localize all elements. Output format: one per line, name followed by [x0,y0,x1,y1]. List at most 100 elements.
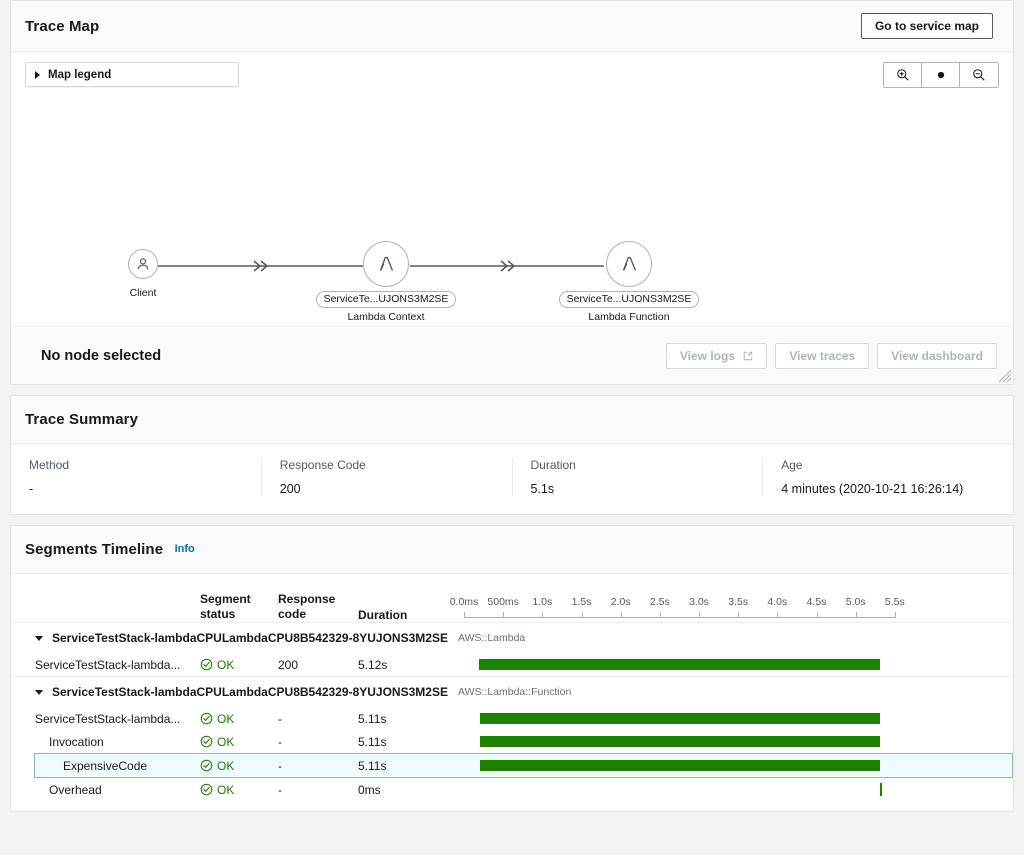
column-header-segment-status: Segment status [200,592,278,622]
segment-group-row[interactable]: ServiceTestStack-lambdaCPULambdaCPU8B542… [11,676,1013,707]
summary-value-age: 4 minutes (2020-10-21 16:26:14) [781,482,964,496]
trace-summary-title: Trace Summary [25,411,139,428]
segment-group-resource-type: AWS::Lambda::Function [457,686,572,698]
column-header-segment-status-line2: status [200,607,236,621]
chevron-right-icon [35,70,40,79]
segment-name: Invocation [49,734,104,749]
axis-tick-label: 2.0s [610,596,631,608]
lambda-context-node-circle [363,241,409,287]
selected-node-status: No node selected [41,347,162,364]
view-dashboard-button[interactable]: View dashboard [877,342,997,369]
page-title: Trace Map [25,17,100,35]
segment-name: ServiceTestStack-lambda... [35,657,181,672]
lambda-icon [379,256,394,271]
segment-status: OK [200,759,278,773]
chevron-down-icon[interactable] [35,689,43,695]
segment-duration: 5.11s [358,711,387,726]
trace-node-lambda-context[interactable]: ServiceTe...UJONS3M2SE Lambda Context [301,241,471,323]
trace-map-header: Trace Map Go to service map [11,1,1013,52]
segment-response-code: - [278,758,282,773]
axis-tick-label: 4.5s [806,596,827,608]
segments-timeline-body: Segment status Response code Duration 0.… [11,574,1013,811]
axis-tick-label: 500ms [487,596,519,608]
segments-timeline-panel: Segments Timeline Info Segment status Re… [10,525,1014,812]
segment-name: Overhead [49,782,102,797]
lambda-context-resource-id: ServiceTe...UJONS3M2SE [315,291,457,308]
view-logs-button[interactable]: View logs [665,342,768,369]
segment-duration: 0ms [358,782,381,797]
view-traces-button[interactable]: View traces [775,342,870,369]
go-to-service-map-button[interactable]: Go to service map [860,13,993,39]
segment-bar-track [450,754,1012,777]
summary-label-age: Age [781,458,803,472]
segment-name: ServiceTestStack-lambda... [35,711,181,726]
axis-tick-label: 5.0s [845,596,866,608]
summary-value-duration: 5.1s [530,482,555,496]
segment-response-code: 200 [278,657,299,672]
segment-duration-bar [478,659,880,670]
segment-bar-track [450,707,1013,730]
timeline-rows: ServiceTestStack-lambdaCPULambdaCPU8B542… [11,622,1013,801]
segment-duration: 5.12s [358,657,388,672]
segment-row[interactable]: ServiceTestStack-lambda... OK 200 5.12s [35,653,1013,676]
status-ok-icon [200,658,213,671]
map-zoom-controls [883,62,999,88]
column-header-response-code-line1: Response [278,592,336,606]
segment-row[interactable]: ExpensiveCode OK - 5.11s [34,753,1013,778]
axis-tick-label: 1.0s [532,596,553,608]
chevron-down-icon[interactable] [35,635,43,641]
column-header-response-code-line2: code [278,607,307,621]
segment-status-label: OK [217,711,235,726]
view-logs-label: View logs [679,348,736,363]
segment-response-code: - [278,711,282,726]
segment-status: OK [200,658,278,672]
lambda-function-node-label: Lambda Function [588,311,670,323]
segment-row[interactable]: ServiceTestStack-lambda... OK - 5.11s [35,707,1013,730]
segment-duration-bar [879,783,882,796]
timeline-column-headers: Segment status Response code Duration 0.… [11,574,1013,622]
axis-tick-label: 3.0s [689,596,709,608]
segment-row[interactable]: Invocation OK - 5.11s [35,730,1013,753]
zoom-reset-dot-icon[interactable] [922,63,960,87]
segment-group-row[interactable]: ServiceTestStack-lambdaCPULambdaCPU8B542… [11,622,1013,653]
person-icon [137,258,149,270]
map-legend-toggle[interactable]: Map legend [25,62,239,87]
status-ok-icon [200,712,213,725]
segment-status: OK [200,735,278,749]
map-legend-label: Map legend [48,68,112,81]
trace-summary-panel: Trace Summary Method - Response Code 200… [10,395,1014,515]
segments-timeline-title: Segments Timeline [25,540,164,558]
column-header-segment-status-line1: Segment [200,592,251,606]
trace-node-client[interactable]: Client [58,249,228,299]
segment-name: ExpensiveCode [63,758,148,773]
lambda-context-pill-wrap: ServiceTe...UJONS3M2SE [301,287,471,308]
axis-tick-label: 4.0s [767,596,788,608]
trace-map-canvas[interactable]: Client ServiceTe...UJONS3M2SE Lambda Con… [11,94,1013,326]
axis-tick-mark [894,612,896,618]
segment-status: OK [200,712,278,726]
client-node-label: Client [129,287,157,299]
axis-tick-label: 1.5s [571,596,592,608]
lambda-function-pill-wrap: ServiceTe...UJONS3M2SE [544,287,714,308]
segment-response-code: - [278,782,282,797]
segment-duration-bar [479,713,880,724]
timeline-axis: 0.0ms 500ms 1.0s 1.5s 2.0s 2.5s 3.0s 3.5s 4.0s 4.… [450,596,934,622]
panel-resize-handle[interactable] [998,369,1012,383]
summary-value-response-code: 200 [279,482,301,496]
segment-row[interactable]: Overhead OK - 0ms [35,778,1013,801]
trace-map-panel: Trace Map Go to service map Map legend C… [10,0,1014,385]
map-toolbar: Map legend [11,52,1013,94]
segment-duration: 5.11s [358,734,387,749]
segments-timeline-heading: Segments Timeline Info [25,541,195,559]
zoom-out-icon[interactable] [960,63,998,87]
segment-group-name: ServiceTestStack-lambdaCPULambdaCPU8B542… [52,685,448,699]
segment-response-code: - [278,734,282,749]
trace-node-lambda-function[interactable]: ServiceTe...UJONS3M2SE Lambda Function [544,241,714,323]
trace-summary-header: Trace Summary [11,396,1013,444]
node-selection-bar: No node selected View logs View traces V… [11,326,1013,384]
segment-status: OK [200,783,278,797]
summary-value-method: - [29,482,34,496]
segment-status-label: OK [217,657,235,672]
info-link[interactable]: Info [175,543,195,555]
zoom-in-icon[interactable] [884,63,922,87]
